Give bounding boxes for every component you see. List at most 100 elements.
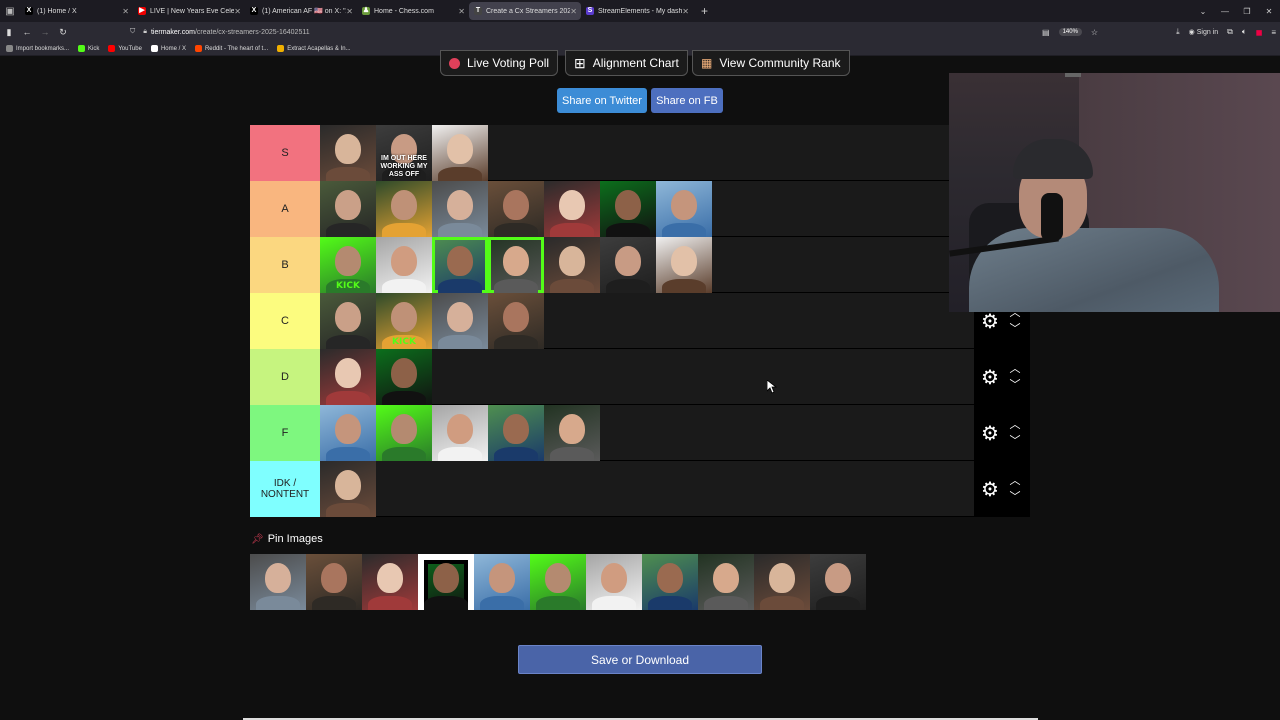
tier-image[interactable] <box>432 237 488 293</box>
sign-in-button[interactable]: ◉ Sign in <box>1189 28 1219 37</box>
close-tab-icon[interactable]: ✕ <box>122 7 129 16</box>
browser-tab[interactable]: X (1) Home / X ✕ <box>20 0 133 22</box>
save-download-button[interactable]: Save or Download <box>518 645 762 674</box>
maximize-icon[interactable]: ❐ <box>1236 7 1258 16</box>
tier-image[interactable] <box>320 293 376 349</box>
extensions-icon[interactable]: ⧉ <box>1227 27 1233 37</box>
tier-label[interactable]: D <box>250 349 320 405</box>
downloads-icon[interactable]: ⤓ <box>1176 27 1180 37</box>
bookmark-item[interactable]: Extract Acapellas & In... <box>277 45 351 52</box>
move-tier-up-icon[interactable]: ︿ <box>1010 473 1021 489</box>
move-tier-down-icon[interactable]: ﹀ <box>1010 433 1021 449</box>
tier-settings-gear-icon[interactable]: ⚙ <box>976 309 1004 334</box>
pool-image[interactable] <box>530 554 586 610</box>
pool-image[interactable] <box>698 554 754 610</box>
tier-image[interactable] <box>320 181 376 237</box>
tier-items[interactable] <box>320 405 600 461</box>
tier-image[interactable] <box>432 125 488 181</box>
share-fb-button[interactable]: Share on FB <box>651 88 723 113</box>
tier-label[interactable]: S <box>250 125 320 181</box>
live-voting-button[interactable]: Live Voting Poll <box>440 50 559 76</box>
tier-image[interactable] <box>376 237 432 293</box>
bookmark-star-icon[interactable]: ☆ <box>1091 28 1098 37</box>
bookmark-item[interactable]: Kick <box>78 45 99 52</box>
tier-label[interactable]: C <box>250 293 320 349</box>
tier-image[interactable]: KICK <box>376 293 432 349</box>
minimize-icon[interactable]: — <box>1214 7 1236 16</box>
tier-settings-gear-icon[interactable]: ⚙ <box>976 365 1004 390</box>
tier-image[interactable] <box>432 405 488 461</box>
bookmark-item[interactable]: YouTube <box>108 45 142 52</box>
new-tab-button[interactable]: + <box>693 4 716 18</box>
tier-items[interactable] <box>320 181 712 237</box>
tier-image[interactable] <box>432 293 488 349</box>
tier-image[interactable] <box>376 181 432 237</box>
tier-image[interactable]: KICK <box>320 237 376 293</box>
tier-image[interactable] <box>544 405 600 461</box>
tier-label[interactable]: IDK / NONTENT <box>250 461 320 517</box>
tier-items[interactable] <box>320 349 432 405</box>
pin-images-heading[interactable]: 📌︎ Pin Images <box>251 533 323 545</box>
tier-image[interactable] <box>320 349 376 405</box>
pool-image[interactable] <box>418 554 474 610</box>
move-tier-down-icon[interactable]: ﹀ <box>1010 489 1021 505</box>
close-tab-icon[interactable]: ✕ <box>234 7 241 16</box>
tier-items[interactable]: IM OUT HERE WORKING MY ASS OFF <box>320 125 488 181</box>
tier-label[interactable]: F <box>250 405 320 461</box>
tier-image[interactable] <box>488 405 544 461</box>
browser-tab[interactable]: ▶ LIVE | New Years Eve Celebratio✕ <box>133 0 245 22</box>
pool-image[interactable] <box>250 554 306 610</box>
tier-image[interactable] <box>544 237 600 293</box>
tier-items[interactable]: KICK <box>320 293 544 349</box>
tier-label[interactable]: B <box>250 237 320 293</box>
url-bar[interactable]: ⛉ 🔒︎ tiermaker.com /create/cx-streamers-… <box>130 25 1020 39</box>
tier-image[interactable] <box>488 181 544 237</box>
pool-image[interactable] <box>306 554 362 610</box>
list-tabs-icon[interactable]: ⌄ <box>1192 7 1214 16</box>
move-tier-up-icon[interactable]: ︿ <box>1010 361 1021 377</box>
zoom-level[interactable]: 140% <box>1058 28 1082 36</box>
tier-image[interactable] <box>488 293 544 349</box>
close-tab-icon[interactable]: ✕ <box>682 7 689 16</box>
pool-image[interactable] <box>754 554 810 610</box>
close-tab-icon[interactable]: ✕ <box>570 7 577 16</box>
share-twitter-button[interactable]: Share on Twitter <box>557 88 647 113</box>
tier-image[interactable] <box>600 237 656 293</box>
community-rank-button[interactable]: ▦ View Community Rank <box>692 50 850 76</box>
bookmark-item[interactable]: Reddit - The heart of t... <box>194 45 268 52</box>
alignment-chart-button[interactable]: ⊞ Alignment Chart <box>565 50 688 76</box>
bookmark-item[interactable]: Import bookmarks... <box>6 45 69 52</box>
tier-image[interactable] <box>320 461 376 517</box>
bookmark-item[interactable]: Home / X <box>150 45 186 52</box>
pool-image[interactable] <box>362 554 418 610</box>
browser-tab[interactable]: S StreamElements - My dashboar✕ <box>581 0 693 22</box>
move-tier-down-icon[interactable]: ﹀ <box>1010 321 1021 337</box>
tier-label[interactable]: A <box>250 181 320 237</box>
sidebar-icon[interactable]: ▮ <box>0 27 18 38</box>
tier-image[interactable] <box>656 237 712 293</box>
tier-settings-gear-icon[interactable]: ⚙ <box>976 477 1004 502</box>
tier-image[interactable] <box>376 349 432 405</box>
browser-tab[interactable]: ♟ Home - Chess.com ✕ <box>357 0 469 22</box>
tab-overview-icon[interactable]: ▣ <box>0 0 20 22</box>
tier-image[interactable] <box>544 181 600 237</box>
reload-icon[interactable]: ↻ <box>54 27 72 38</box>
tier-image[interactable] <box>376 405 432 461</box>
browser-tab[interactable]: T Create a Cx Streamers 2025 Tie✕ <box>469 2 581 20</box>
tier-image[interactable] <box>320 405 376 461</box>
lock-icon[interactable]: 🔒︎ <box>143 28 147 36</box>
pool-image[interactable] <box>474 554 530 610</box>
tier-image[interactable] <box>488 237 544 293</box>
tier-settings-gear-icon[interactable]: ⚙ <box>976 421 1004 446</box>
speaker-icon[interactable]: 🔈︎ <box>1242 27 1247 37</box>
close-tab-icon[interactable]: ✕ <box>458 7 465 16</box>
shield-icon[interactable]: ⛉ <box>130 28 135 36</box>
reader-view-icon[interactable]: ▤ <box>1042 28 1050 37</box>
profile-badge-icon[interactable]: ◼ <box>1256 28 1263 37</box>
tier-image[interactable] <box>320 125 376 181</box>
forward-icon[interactable]: → <box>36 27 54 37</box>
pool-image[interactable] <box>810 554 866 610</box>
tier-image[interactable] <box>432 181 488 237</box>
pool-image[interactable] <box>642 554 698 610</box>
back-icon[interactable]: ← <box>18 27 36 37</box>
